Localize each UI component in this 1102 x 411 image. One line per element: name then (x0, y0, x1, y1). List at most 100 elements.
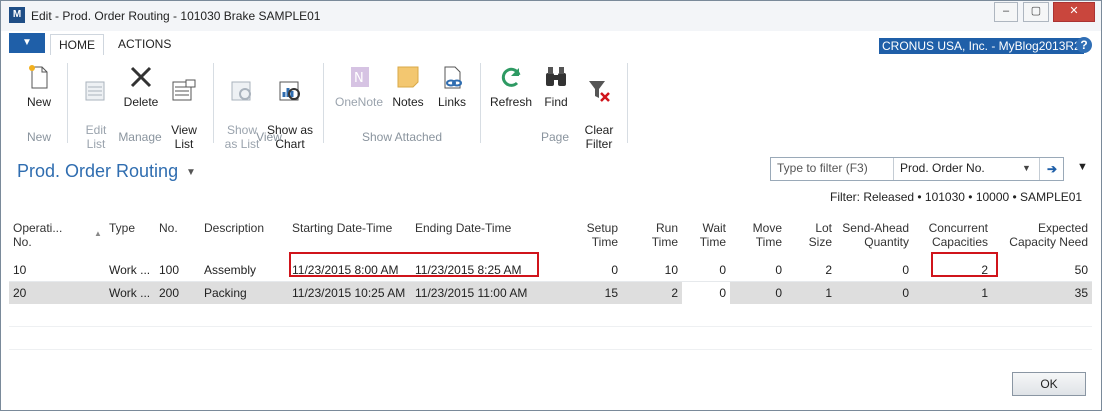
ribbon: New New Edit List Delete View List Manag… (1, 55, 1101, 151)
refresh-label: Refresh (489, 95, 533, 109)
cell-send-ahead-quantity[interactable]: 0 (836, 281, 913, 304)
cell-no[interactable]: 200 (155, 281, 200, 304)
minimize-icon[interactable]: – (994, 2, 1018, 22)
ribbon-separator (323, 63, 324, 143)
cell-operation-no[interactable]: 10 (9, 259, 105, 282)
dropdown-arrow-icon: ▼ (1022, 163, 1031, 173)
app-menu-button[interactable]: ▼ (9, 33, 45, 53)
col-expected-capacity-need[interactable]: Expected Capacity Need (992, 215, 1092, 259)
ribbon-separator (67, 63, 68, 143)
ribbon-separator (213, 63, 214, 143)
filter-input[interactable]: Type to filter (F3) (777, 161, 868, 175)
show-as-chart-icon (279, 81, 300, 101)
links-icon (444, 66, 462, 89)
collapse-chevron-icon[interactable]: ▼ (1077, 161, 1088, 173)
links-label: Links (437, 95, 466, 109)
chevron-down-icon[interactable]: ▼ (186, 167, 196, 178)
onenote-button[interactable]: N OneNote (331, 63, 387, 109)
apply-filter-arrow-icon[interactable]: ➔ (1039, 158, 1064, 180)
col-type[interactable]: Type (105, 215, 155, 259)
cell-wait-time[interactable]: 0 (682, 281, 730, 304)
cell-no[interactable]: 100 (155, 259, 200, 282)
table-row[interactable]: 20 Work ... 200 Packing 11/23/2015 10:25… (9, 281, 1092, 304)
col-wait-time[interactable]: Wait Time (682, 215, 730, 259)
cell-move-time[interactable]: 0 (730, 281, 786, 304)
nav-logo-icon: M (9, 7, 25, 23)
cell-type[interactable]: Work ... (105, 281, 155, 304)
cell-wait-time[interactable]: 0 (682, 259, 730, 282)
col-no[interactable]: No. (155, 215, 200, 259)
cell-run-time[interactable]: 10 (622, 259, 682, 282)
highlight-concurrent-box (931, 252, 998, 277)
col-setup-time[interactable]: Setup Time (543, 215, 622, 259)
empty-row (9, 304, 1092, 327)
cell-operation-no[interactable]: 20 (9, 281, 105, 304)
ribbon-separator (627, 63, 628, 143)
sort-ascending-icon: ▲ (94, 229, 102, 238)
tab-actions[interactable]: ACTIONS (110, 34, 179, 55)
highlight-date-time-box (289, 252, 539, 277)
group-page-label: Page (540, 130, 570, 144)
refresh-icon (501, 67, 521, 87)
col-lot-size[interactable]: Lot Size (786, 215, 836, 259)
title-bar: M Edit - Prod. Order Routing - 101030 Br… (1, 1, 1101, 31)
cell-setup-time[interactable]: 0 (543, 259, 622, 282)
ok-button[interactable]: OK (1012, 372, 1086, 396)
cell-concurrent-capacities[interactable]: 1 (913, 281, 992, 304)
cell-setup-time[interactable]: 15 (543, 281, 622, 304)
col-operation-no-label: Operati... No. (13, 221, 63, 249)
table-row[interactable]: 10 Work ... 100 Assembly 11/23/2015 8:00… (9, 259, 1092, 282)
col-description[interactable]: Description (200, 215, 288, 259)
cell-lot-size[interactable]: 1 (786, 281, 836, 304)
delete-label: Delete (123, 95, 159, 109)
col-send-ahead-quantity[interactable]: Send-Ahead Quantity (836, 215, 913, 259)
company-name[interactable]: CRONUS USA, Inc. - MyBlog2013R2 (879, 38, 1084, 54)
filter-box: Type to filter (F3) Prod. Order No. ▼ ➔ (770, 157, 1064, 181)
delete-button[interactable]: Delete (119, 63, 163, 109)
svg-text:N: N (354, 71, 364, 86)
notes-icon (397, 66, 419, 88)
refresh-button[interactable]: Refresh (489, 63, 533, 109)
show-as-list-icon (231, 81, 251, 101)
filter-field-value: Prod. Order No. (900, 161, 985, 175)
cell-run-time[interactable]: 2 (622, 281, 682, 304)
routing-grid: Operati... No. ▲ Type No. Description Sta… (9, 215, 1092, 350)
maximize-icon[interactable]: ▢ (1023, 2, 1049, 22)
cell-expected-capacity-need[interactable]: 35 (992, 281, 1092, 304)
cell-description[interactable]: Packing (200, 281, 288, 304)
new-document-icon (29, 65, 48, 89)
notes-label: Notes (392, 95, 424, 109)
filter-summary: Filter: Released • 101030 • 10000 • SAMP… (830, 190, 1083, 204)
group-show-attached-label: Show Attached (361, 130, 443, 144)
cell-description[interactable]: Assembly (200, 259, 288, 282)
cell-expected-capacity-need[interactable]: 50 (992, 259, 1092, 282)
cell-ending-date-time[interactable]: 11/23/2015 11:00 AM (411, 281, 543, 304)
tab-home[interactable]: HOME (50, 34, 104, 57)
empty-row (9, 326, 1092, 350)
notes-button[interactable]: Notes (390, 63, 426, 109)
onenote-icon: N (351, 67, 369, 87)
cell-move-time[interactable]: 0 (730, 259, 786, 282)
col-operation-no[interactable]: Operati... No. ▲ (9, 215, 105, 259)
page-title[interactable]: Prod. Order Routing (17, 161, 178, 182)
binoculars-icon (546, 67, 566, 86)
new-button[interactable]: New (15, 63, 63, 109)
cell-lot-size[interactable]: 2 (786, 259, 836, 282)
col-move-time[interactable]: Move Time (730, 215, 786, 259)
links-button[interactable]: Links (433, 63, 471, 109)
filter-field-select[interactable]: Prod. Order No. ▼ (893, 158, 1038, 180)
col-run-time[interactable]: Run Time (622, 215, 682, 259)
ribbon-separator (480, 63, 481, 143)
help-icon[interactable]: ? (1076, 37, 1092, 53)
edit-list-icon (85, 81, 105, 101)
find-button[interactable]: Find (539, 63, 573, 109)
close-icon[interactable]: ✕ (1053, 2, 1095, 22)
cell-type[interactable]: Work ... (105, 259, 155, 282)
find-label: Find (544, 95, 568, 109)
group-view-label: View (256, 130, 282, 144)
new-label: New (26, 95, 51, 109)
cell-send-ahead-quantity[interactable]: 0 (836, 259, 913, 282)
delete-x-icon (130, 66, 152, 88)
view-list-icon (172, 79, 196, 101)
cell-starting-date-time[interactable]: 11/23/2015 10:25 AM (288, 281, 411, 304)
